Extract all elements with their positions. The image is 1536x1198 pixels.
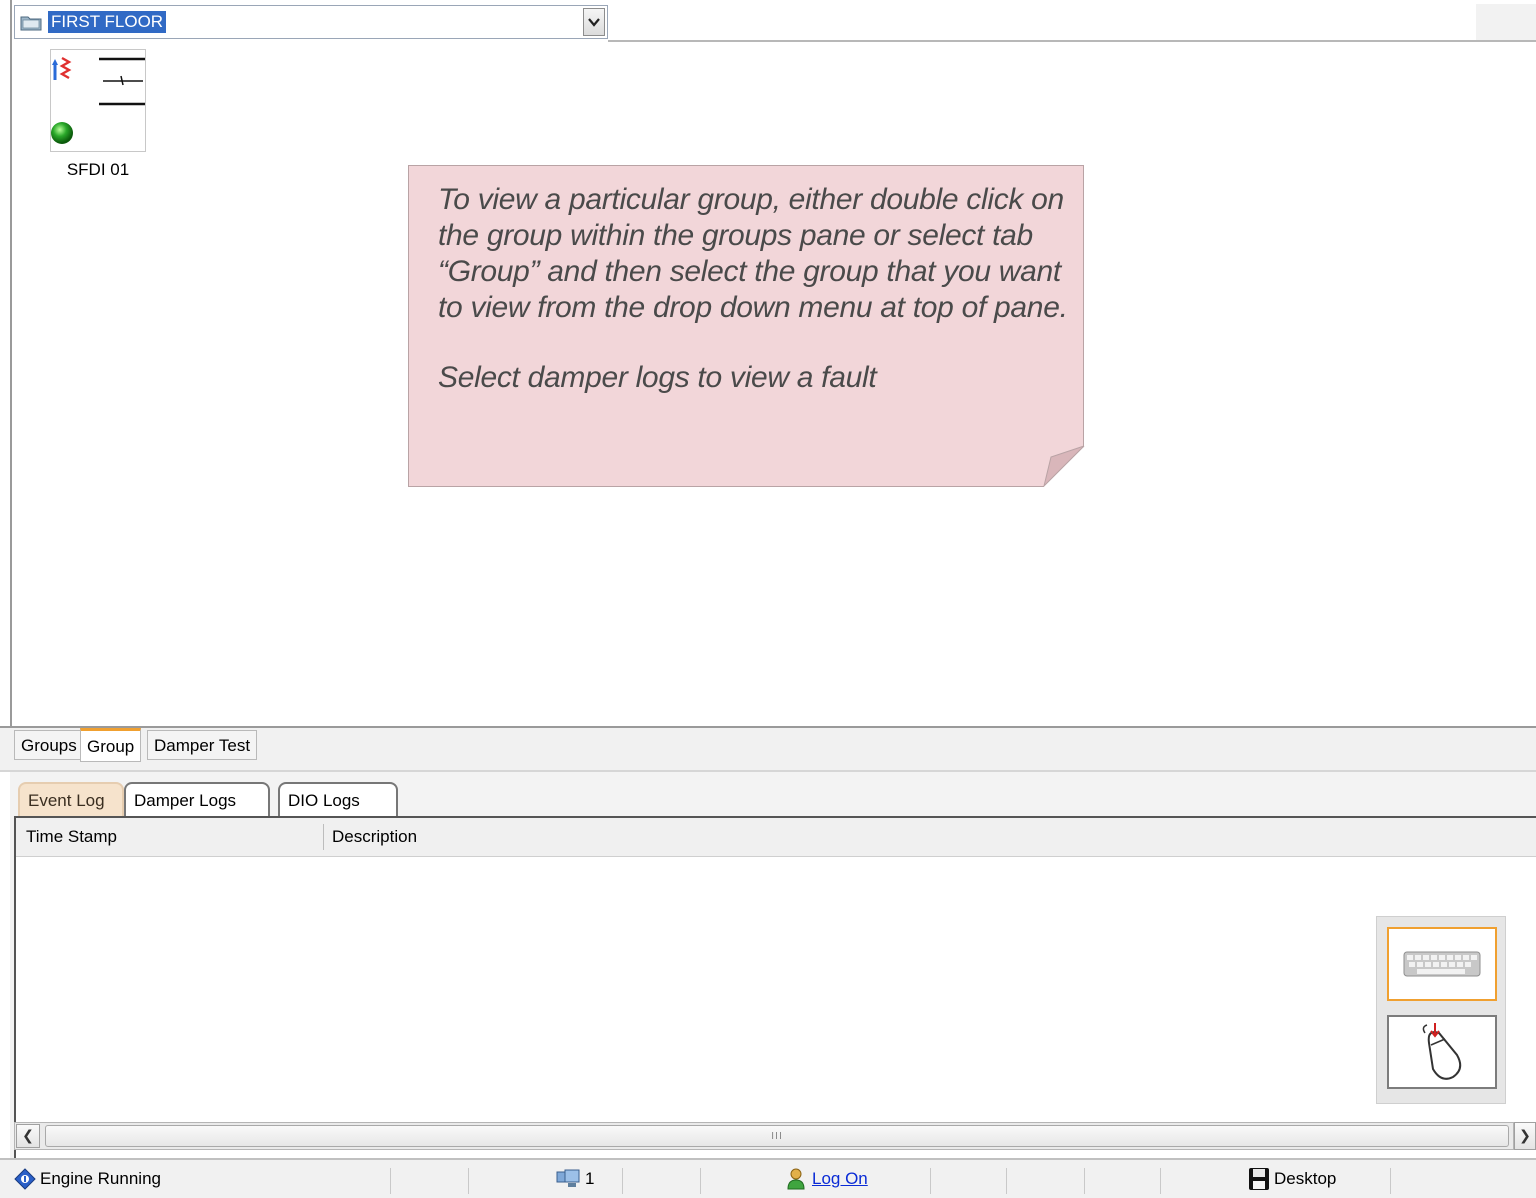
- tab-group[interactable]: Group: [80, 728, 142, 762]
- damper-device-icon: [51, 56, 145, 144]
- scroll-left-arrow-icon[interactable]: ❮: [16, 1124, 40, 1148]
- engine-status-text: Engine Running: [40, 1169, 161, 1188]
- chevron-down-icon[interactable]: [583, 8, 605, 36]
- device-tile-sfdi-01[interactable]: [50, 49, 146, 152]
- toolbar-strip: [608, 4, 1536, 42]
- column-description[interactable]: Description: [332, 818, 417, 856]
- callout-paragraph-2: Select damper logs to view a fault: [438, 361, 877, 394]
- engine-icon: [14, 1168, 36, 1190]
- keyboard-button[interactable]: [1387, 927, 1497, 1001]
- scrollbar-thumb[interactable]: III: [45, 1125, 1509, 1147]
- connection-count-text: 1: [585, 1169, 595, 1188]
- tab-damper-logs[interactable]: Damper Logs: [124, 782, 270, 816]
- note-fold: [1043, 445, 1085, 487]
- logon-link-text[interactable]: Log On: [812, 1169, 868, 1189]
- log-pane: Event Log Damper Logs DIO Logs Time Stam…: [10, 772, 1536, 1158]
- callout-text: To view a particular group, either doubl…: [438, 182, 1078, 430]
- network-computers-icon: [556, 1169, 580, 1187]
- tab-damper-test[interactable]: Damper Test: [147, 730, 258, 760]
- table-header: Time Stamp Description: [16, 818, 1536, 857]
- tab-dio-logs[interactable]: DIO Logs: [278, 782, 398, 816]
- device-label: SFDI 01: [66, 160, 130, 179]
- view-tabs: Groups Group Damper Test: [0, 726, 1536, 772]
- group-dropdown[interactable]: FIRST FLOOR: [14, 5, 608, 39]
- keyboard-icon: [1403, 951, 1481, 977]
- desktop-text: Desktop: [1274, 1169, 1337, 1188]
- callout-paragraph-1: To view a particular group, either doubl…: [438, 183, 1068, 324]
- floppy-disk-icon: [1249, 1168, 1269, 1190]
- tab-groups[interactable]: Groups: [14, 730, 84, 760]
- connection-count: 1: [556, 1160, 594, 1198]
- desktop-indicator: Desktop: [1248, 1160, 1336, 1198]
- scroll-right-arrow-icon[interactable]: ❯: [1514, 1122, 1536, 1150]
- input-tools-panel: [1376, 916, 1506, 1104]
- horizontal-scrollbar[interactable]: ❮ III: [14, 1122, 1514, 1150]
- logon-link[interactable]: Log On: [786, 1160, 868, 1198]
- user-icon: [787, 1168, 805, 1190]
- status-bar: Engine Running 1 Log On Desktop: [0, 1158, 1536, 1198]
- mouse-icon: [1422, 1023, 1462, 1080]
- status-indicator: [51, 122, 73, 144]
- tab-event-log[interactable]: Event Log: [18, 782, 124, 816]
- column-time-stamp[interactable]: Time Stamp: [26, 818, 117, 856]
- engine-status: Engine Running: [14, 1160, 161, 1198]
- mouse-button[interactable]: [1387, 1015, 1497, 1089]
- folder-icon: [20, 13, 42, 31]
- selected-group-text: FIRST FLOOR: [48, 11, 167, 33]
- event-log-table: Time Stamp Description: [14, 816, 1536, 1158]
